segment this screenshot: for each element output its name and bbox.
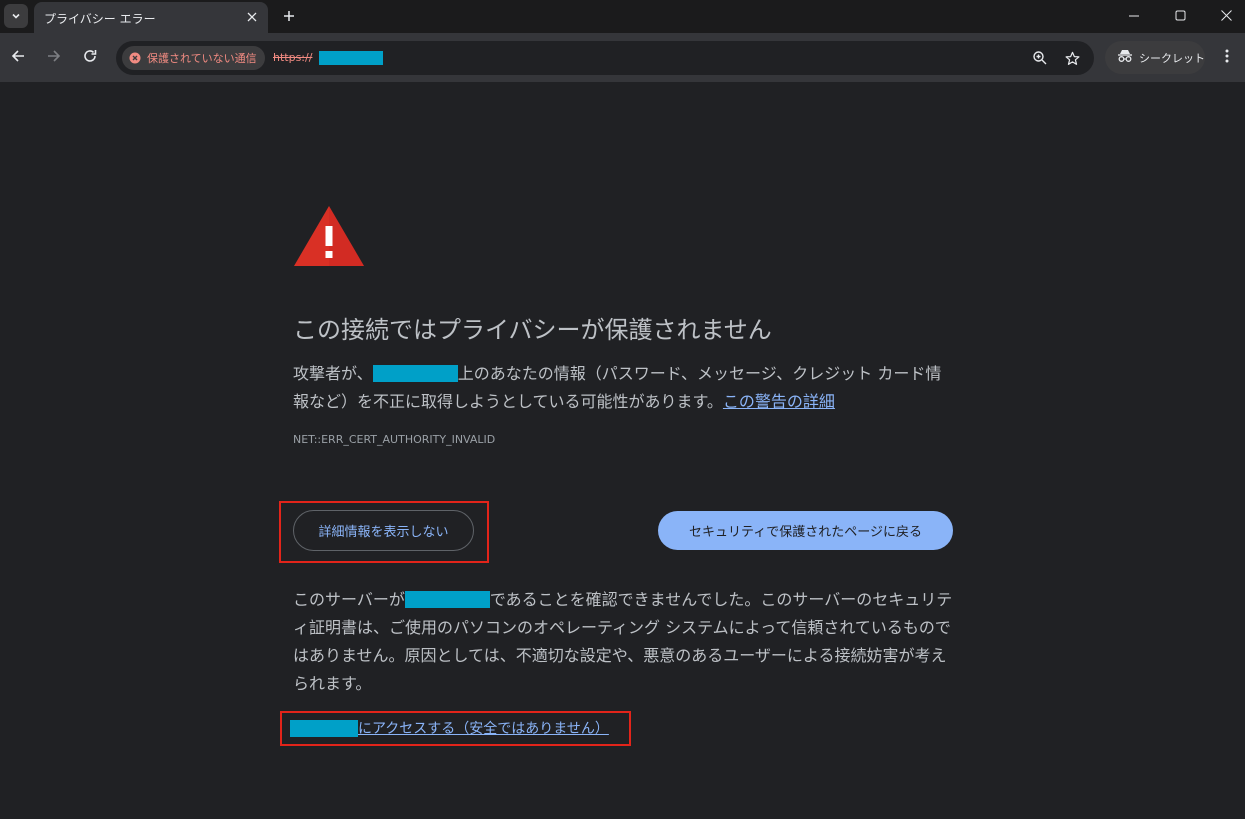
redacted-host <box>404 591 490 608</box>
close-window-button[interactable] <box>1203 0 1245 30</box>
reload-button[interactable] <box>77 44 103 70</box>
maximize-button[interactable] <box>1157 0 1203 30</box>
not-secure-chip[interactable]: 保護されていない通信 <box>122 46 265 70</box>
minimize-button[interactable] <box>1111 0 1157 30</box>
intro-paragraph: 攻撃者が、 上のあなたの情報（パスワード、メッセージ、クレジット カード情報など）… <box>293 360 953 416</box>
star-icon[interactable] <box>1062 48 1082 68</box>
menu-button[interactable] <box>1217 45 1237 69</box>
url-scheme: https:// <box>273 51 313 64</box>
incognito-label: シークレット <box>1139 51 1205 65</box>
maximize-icon <box>1175 6 1186 25</box>
proceed-unsafe-link[interactable]: にアクセスする（安全ではありません） <box>290 718 609 738</box>
chevron-down-icon <box>10 7 22 26</box>
learn-more-link[interactable]: この警告の詳細 <box>723 392 835 411</box>
tab-title: プライバシー エラー <box>44 12 156 26</box>
zoom-icon[interactable] <box>1030 48 1050 68</box>
new-tab-button[interactable] <box>278 5 300 27</box>
error-circle-icon <box>129 49 141 68</box>
redacted-host <box>290 719 358 737</box>
proceed-link-text: にアクセスする（安全ではありません） <box>358 721 609 737</box>
back-to-safety-button[interactable]: セキュリティで保護されたページに戻る <box>658 511 953 550</box>
back-arrow-icon <box>11 48 25 67</box>
tab-strip: プライバシー エラー <box>0 0 1245 33</box>
minimize-icon <box>1129 6 1139 25</box>
plus-icon <box>283 7 295 26</box>
interstitial-page: この接続ではプライバシーが保護されません 攻撃者が、 上のあなたの情報（パスワード… <box>0 82 1245 819</box>
close-icon[interactable] <box>244 9 260 25</box>
page-title: この接続ではプライバシーが保護されません <box>293 316 772 344</box>
intro-before: 攻撃者が、 <box>293 364 373 383</box>
address-bar[interactable]: 保護されていない通信 https:// <box>116 41 1094 75</box>
redacted-host <box>372 365 458 382</box>
redacted-host <box>319 51 383 65</box>
not-secure-label: 保護されていない通信 <box>147 52 257 65</box>
details-paragraph: このサーバーが であることを確認できませんでした。このサーバーのセキュリティ証明書… <box>293 586 953 698</box>
back-button[interactable] <box>5 44 31 70</box>
incognito-icon <box>1117 48 1133 67</box>
tab-search-button[interactable] <box>4 4 28 28</box>
incognito-indicator[interactable]: シークレット <box>1105 41 1205 74</box>
error-code: NET::ERR_CERT_AUTHORITY_INVALID <box>293 433 496 446</box>
more-vert-icon <box>1225 48 1229 67</box>
toolbar: 保護されていない通信 https:// シークレット <box>0 33 1245 82</box>
reload-icon <box>83 48 97 67</box>
hide-details-button[interactable]: 詳細情報を表示しない <box>293 510 474 551</box>
warning-triangle-icon <box>293 204 365 268</box>
forward-arrow-icon <box>47 48 61 67</box>
forward-button[interactable] <box>41 44 67 70</box>
tab-privacy-error[interactable]: プライバシー エラー <box>34 2 268 33</box>
close-icon <box>1220 6 1232 25</box>
details-before: このサーバーが <box>293 590 405 609</box>
